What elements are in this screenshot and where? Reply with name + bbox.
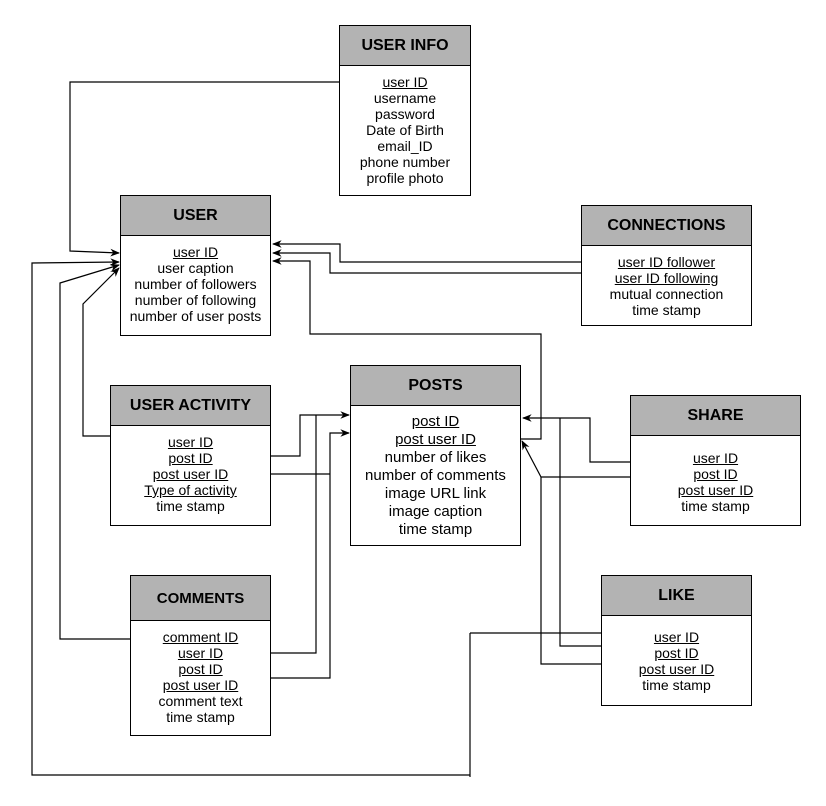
attribute: mutual connection [609, 286, 724, 302]
key-attribute: post ID [178, 661, 223, 677]
entity-title: USER [121, 196, 270, 236]
attribute: time stamp [681, 498, 750, 514]
key-attribute: user ID [382, 74, 428, 90]
entity-user[interactable]: USER user ID user caption number of follow… [120, 195, 271, 336]
link-conn-following-user [272, 249, 581, 274]
link-comments-posts-2 [271, 429, 350, 679]
attribute: Date of Birth [366, 122, 444, 138]
key-attribute: user ID following [614, 270, 719, 286]
attribute: phone number [359, 154, 451, 170]
entity-title: CONNECTIONS [582, 206, 751, 246]
attribute: time stamp [398, 521, 473, 538]
key-attribute: comment ID [162, 629, 239, 645]
attribute-list: user ID post ID post user ID Type of activi… [111, 426, 270, 514]
attribute: number of likes [384, 449, 487, 466]
entity-posts[interactable]: POSTS post ID post user ID number of likes… [350, 365, 521, 546]
key-attribute: post ID [693, 466, 738, 482]
attribute-list: user ID post ID post user ID time stamp [602, 616, 751, 693]
attribute: user caption [157, 260, 234, 276]
key-attribute: post ID [168, 450, 213, 466]
attribute: time stamp [166, 709, 235, 725]
link-like-posts-2 [540, 477, 601, 665]
entity-connections[interactable]: CONNECTIONS user ID follower user ID foll… [581, 205, 752, 326]
attribute-list: user ID follower user ID following mutual … [582, 246, 751, 318]
attribute: username [373, 90, 437, 106]
attribute-list: comment ID user ID post ID post user ID comm… [131, 621, 270, 725]
key-attribute: Type of activity [144, 482, 237, 498]
attribute: number of following [134, 292, 257, 308]
link-comments-posts-1 [271, 415, 317, 654]
entity-title: POSTS [351, 366, 520, 406]
link-share-posts-2 [521, 440, 630, 478]
er-diagram-canvas: USER INFO user ID username password Date of… [0, 0, 826, 806]
key-attribute: post ID [654, 645, 699, 661]
entity-like[interactable]: LIKE user ID post ID post user ID time stam… [601, 575, 752, 706]
attribute: password [375, 106, 435, 122]
attribute: number of user posts [129, 308, 262, 324]
key-attribute: post user ID [638, 661, 715, 677]
key-attribute: post user ID [162, 677, 239, 693]
key-attribute: user ID [692, 450, 739, 466]
key-attribute: user ID [167, 434, 214, 450]
attribute: image URL link [384, 485, 487, 502]
attribute: comment text [158, 693, 243, 709]
entity-share[interactable]: SHARE user ID post ID post user ID time sta… [630, 395, 801, 526]
attribute-list: post ID post user ID number of likes number… [351, 406, 520, 539]
entity-user-activity[interactable]: USER ACTIVITY user ID post ID post user ID… [110, 385, 271, 526]
attribute-list: user ID username password Date of Birth emai… [340, 66, 470, 186]
attribute: number of comments [365, 467, 506, 484]
attribute: email_ID [377, 138, 433, 154]
link-activity-posts-1 [271, 411, 350, 457]
attribute: time stamp [642, 677, 711, 693]
attribute-list: user ID user caption number of followers nu… [121, 236, 270, 324]
entity-title: USER INFO [340, 26, 470, 66]
entity-comments[interactable]: COMMENTS comment ID user ID post ID post us… [130, 575, 271, 736]
key-attribute: user ID [172, 244, 219, 260]
entity-user-info[interactable]: USER INFO user ID username password Date of… [339, 25, 471, 196]
entity-title: LIKE [602, 576, 751, 616]
link-share-posts-1 [522, 414, 632, 463]
key-attribute: user ID [177, 645, 224, 661]
link-like-posts-1 [559, 418, 601, 647]
key-attribute: user ID follower [617, 254, 716, 270]
attribute-list: user ID post ID post user ID time stamp [631, 436, 800, 514]
attribute: time stamp [156, 498, 225, 514]
attribute: image caption [388, 503, 483, 520]
key-attribute: post user ID [152, 466, 229, 482]
entity-title: COMMENTS [131, 576, 270, 621]
attribute: time stamp [632, 302, 701, 318]
key-attribute: post ID [411, 413, 460, 430]
entity-title: SHARE [631, 396, 800, 436]
attribute: profile photo [366, 170, 444, 186]
key-attribute: post user ID [395, 431, 476, 448]
attribute: number of followers [134, 276, 257, 292]
key-attribute: post user ID [677, 482, 754, 498]
key-attribute: user ID [653, 629, 700, 645]
entity-title: USER ACTIVITY [111, 386, 270, 426]
